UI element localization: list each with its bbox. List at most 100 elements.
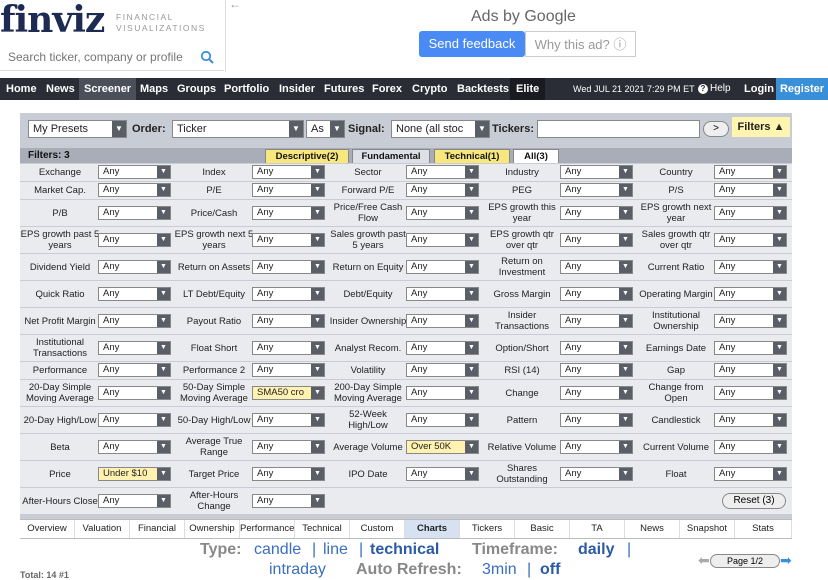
filter-select[interactable]: Any ▼ bbox=[406, 287, 479, 301]
nav-screener[interactable]: Screener bbox=[79, 78, 137, 100]
nav-login[interactable]: Login bbox=[744, 78, 774, 100]
filter-select[interactable]: Any ▼ bbox=[252, 341, 325, 355]
filter-select[interactable]: Any ▼ bbox=[714, 440, 787, 454]
filter-select[interactable]: Any ▼ bbox=[98, 233, 171, 247]
view-tab-tickers[interactable]: Tickers bbox=[460, 520, 515, 538]
order-direction-select[interactable]: As ▼ bbox=[306, 120, 345, 138]
filter-select[interactable]: Any ▼ bbox=[406, 413, 479, 427]
view-tab-news[interactable]: News bbox=[625, 520, 680, 538]
tab-descriptive[interactable]: Descriptive(2) bbox=[265, 149, 349, 163]
filter-select[interactable]: Any ▼ bbox=[252, 165, 325, 179]
tab-fundamental[interactable]: Fundamental bbox=[352, 149, 430, 163]
filter-select[interactable]: Any ▼ bbox=[406, 386, 479, 400]
filter-select[interactable]: Any ▼ bbox=[406, 183, 479, 197]
filter-select[interactable]: Any ▼ bbox=[98, 413, 171, 427]
filter-select[interactable]: Any ▼ bbox=[252, 413, 325, 427]
filter-select[interactable]: Any ▼ bbox=[714, 260, 787, 274]
nav-help[interactable]: ? Help bbox=[698, 78, 731, 100]
filter-select[interactable]: Any ▼ bbox=[714, 206, 787, 220]
filter-select[interactable]: Any ▼ bbox=[714, 413, 787, 427]
filter-select[interactable]: Any ▼ bbox=[252, 260, 325, 274]
filter-select[interactable]: Any ▼ bbox=[98, 206, 171, 220]
filter-select[interactable]: Any ▼ bbox=[252, 363, 325, 377]
view-tab-financial[interactable]: Financial bbox=[130, 520, 185, 538]
filter-select[interactable]: SMA50 cro ▼ bbox=[252, 386, 325, 400]
filter-select[interactable]: Any ▼ bbox=[714, 233, 787, 247]
filter-select[interactable]: Any ▼ bbox=[560, 363, 633, 377]
filter-select[interactable]: Any ▼ bbox=[714, 165, 787, 179]
view-tab-overview[interactable]: Overview bbox=[20, 520, 75, 538]
tickers-go-button[interactable]: > bbox=[703, 121, 729, 137]
filter-select[interactable]: Any ▼ bbox=[252, 467, 325, 481]
type-candle-link[interactable]: candle bbox=[254, 541, 301, 559]
nav-insider[interactable]: Insider bbox=[279, 78, 315, 100]
filter-select[interactable]: Any ▼ bbox=[560, 413, 633, 427]
nav-maps[interactable]: Maps bbox=[140, 78, 168, 100]
view-tab-valuation[interactable]: Valuation bbox=[75, 520, 130, 538]
nav-news[interactable]: News bbox=[46, 78, 75, 100]
filter-select[interactable]: Any ▼ bbox=[560, 386, 633, 400]
filter-select[interactable]: Any ▼ bbox=[406, 467, 479, 481]
nav-register[interactable]: Register bbox=[776, 78, 828, 100]
filter-select[interactable]: Any ▼ bbox=[406, 314, 479, 328]
filter-select[interactable]: Any ▼ bbox=[98, 165, 171, 179]
nav-elite[interactable]: Elite bbox=[510, 78, 546, 100]
filter-select[interactable]: Any ▼ bbox=[714, 467, 787, 481]
view-tab-technical[interactable]: Technical bbox=[295, 520, 350, 538]
view-tab-ta[interactable]: TA bbox=[570, 520, 625, 538]
filter-select[interactable]: Any ▼ bbox=[560, 165, 633, 179]
filter-select[interactable]: Any ▼ bbox=[714, 386, 787, 400]
view-tab-ownership[interactable]: Ownership bbox=[185, 520, 240, 538]
filter-select[interactable]: Any ▼ bbox=[714, 341, 787, 355]
back-arrow-icon[interactable]: ← bbox=[229, 0, 241, 11]
filter-select[interactable]: Any ▼ bbox=[252, 233, 325, 247]
type-technical-link[interactable]: technical bbox=[370, 541, 439, 559]
reset-filters-button[interactable]: Reset (3) bbox=[722, 493, 786, 509]
filter-select[interactable]: Any ▼ bbox=[98, 260, 171, 274]
filter-select[interactable]: Any ▼ bbox=[98, 183, 171, 197]
timeframe-daily-link[interactable]: daily bbox=[578, 541, 614, 559]
next-page-icon[interactable]: ➡ bbox=[780, 552, 792, 569]
filter-select[interactable]: Any ▼ bbox=[560, 233, 633, 247]
filter-select[interactable]: Any ▼ bbox=[406, 260, 479, 274]
prev-page-icon[interactable]: ⬅ bbox=[698, 552, 710, 569]
filter-select[interactable]: Any ▼ bbox=[252, 440, 325, 454]
filter-select[interactable]: Any ▼ bbox=[714, 183, 787, 197]
filter-select[interactable]: Any ▼ bbox=[560, 287, 633, 301]
filter-select[interactable]: Any ▼ bbox=[252, 206, 325, 220]
nav-backtests[interactable]: Backtests bbox=[457, 78, 509, 100]
filter-select[interactable]: Any ▼ bbox=[98, 363, 171, 377]
nav-forex[interactable]: Forex bbox=[372, 78, 402, 100]
signal-select[interactable]: None (all stoc ▼ bbox=[391, 120, 490, 138]
finviz-logo[interactable]: finviz bbox=[0, 0, 105, 40]
order-select[interactable]: Ticker ▼ bbox=[172, 120, 304, 138]
filter-select[interactable]: Any ▼ bbox=[252, 287, 325, 301]
nav-futures[interactable]: Futures bbox=[324, 78, 364, 100]
filter-select[interactable]: Any ▼ bbox=[560, 260, 633, 274]
filter-select[interactable]: Any ▼ bbox=[406, 165, 479, 179]
filter-select[interactable]: Any ▼ bbox=[406, 363, 479, 377]
filter-select[interactable]: Any ▼ bbox=[252, 494, 325, 508]
timeframe-intraday-link[interactable]: intraday bbox=[269, 561, 326, 579]
send-feedback-button[interactable]: Send feedback bbox=[419, 31, 525, 57]
filter-select[interactable]: Any ▼ bbox=[560, 341, 633, 355]
tickers-input[interactable] bbox=[537, 120, 700, 138]
tab-technical[interactable]: Technical(1) bbox=[434, 149, 510, 163]
presets-select[interactable]: My Presets ▼ bbox=[28, 120, 127, 138]
filter-select[interactable]: Any ▼ bbox=[406, 341, 479, 355]
auto-refresh-off-link[interactable]: off bbox=[540, 561, 560, 579]
view-tab-charts[interactable]: Charts bbox=[405, 520, 460, 538]
filter-select[interactable]: Any ▼ bbox=[560, 183, 633, 197]
view-tab-stats[interactable]: Stats bbox=[735, 520, 792, 538]
view-tab-performance[interactable]: Performance bbox=[240, 520, 295, 538]
type-line-link[interactable]: line bbox=[323, 541, 348, 559]
filter-select[interactable]: Any ▼ bbox=[560, 467, 633, 481]
filter-select[interactable]: Any ▼ bbox=[252, 183, 325, 197]
filter-select[interactable]: Any ▼ bbox=[560, 206, 633, 220]
view-tab-basic[interactable]: Basic bbox=[515, 520, 570, 538]
filter-select[interactable]: Any ▼ bbox=[98, 494, 171, 508]
search-icon[interactable] bbox=[200, 50, 214, 64]
filter-select[interactable]: Any ▼ bbox=[98, 341, 171, 355]
filter-select[interactable]: Any ▼ bbox=[714, 314, 787, 328]
filter-select[interactable]: Any ▼ bbox=[252, 314, 325, 328]
